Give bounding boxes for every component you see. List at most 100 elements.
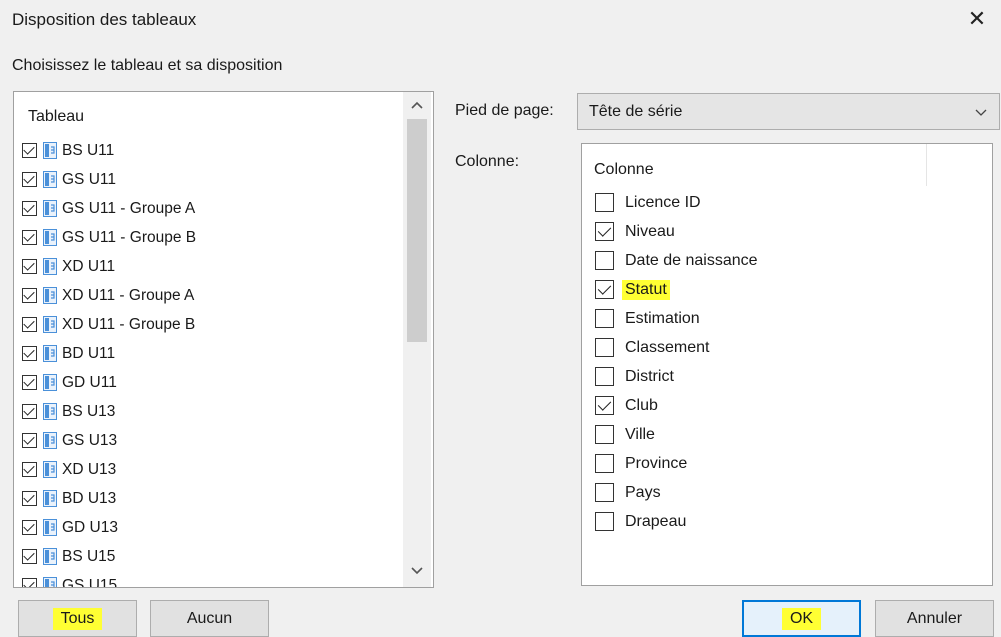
table-item-label: XD U11 - Groupe A <box>62 286 195 304</box>
footer-select[interactable]: Tête de série <box>577 93 1000 130</box>
table-list-scrollbar[interactable] <box>403 92 431 587</box>
table-checkbox[interactable] <box>22 375 37 390</box>
table-list-item[interactable]: BS U13 <box>22 397 115 426</box>
dialog-subtitle: Choisissez le tableau et sa disposition <box>12 57 283 74</box>
table-checkbox[interactable] <box>22 404 37 419</box>
table-list-item[interactable]: GS U13 <box>22 426 117 455</box>
column-list-item[interactable]: Licence ID <box>595 188 704 217</box>
table-file-icon <box>43 548 57 565</box>
table-list-item[interactable]: GS U11 - Groupe B <box>22 223 196 252</box>
column-list-item[interactable]: Province <box>595 449 690 478</box>
table-file-icon <box>43 142 57 159</box>
column-checkbox[interactable] <box>595 483 614 502</box>
column-checkbox[interactable] <box>595 367 614 386</box>
table-checkbox[interactable] <box>22 201 37 216</box>
table-checkbox[interactable] <box>22 259 37 274</box>
table-checkbox[interactable] <box>22 346 37 361</box>
scroll-down-icon[interactable] <box>403 560 431 582</box>
column-checkbox[interactable] <box>595 309 614 328</box>
dialog-title: Disposition des tableaux <box>12 10 197 29</box>
table-file-icon <box>43 403 57 420</box>
column-checkbox[interactable] <box>595 193 614 212</box>
table-item-label: GS U11 - Groupe B <box>62 228 197 246</box>
column-list-item[interactable]: Club <box>595 391 661 420</box>
select-none-button[interactable]: Aucun <box>150 600 269 637</box>
table-list-item[interactable]: GS U11 <box>22 165 116 194</box>
table-item-label: GS U11 - Groupe A <box>62 199 196 217</box>
column-checkbox[interactable] <box>595 512 614 531</box>
select-all-button[interactable]: Tous <box>18 600 137 637</box>
table-list-item[interactable]: BS U11 <box>22 136 114 165</box>
table-checkbox[interactable] <box>22 230 37 245</box>
column-list-item[interactable]: Pays <box>595 478 664 507</box>
table-list-item[interactable]: XD U11 <box>22 252 115 281</box>
table-file-icon <box>43 316 57 333</box>
column-item-label: Drapeau <box>625 512 687 530</box>
table-file-icon <box>43 461 57 478</box>
ok-button-label: OK <box>781 607 822 630</box>
table-list-item[interactable]: XD U11 - Groupe B <box>22 310 195 339</box>
table-list-item[interactable]: GS U11 - Groupe A <box>22 194 195 223</box>
column-list-item[interactable]: Statut <box>595 275 670 304</box>
select-all-button-label: Tous <box>52 607 103 630</box>
table-file-icon <box>43 200 57 217</box>
table-list-item[interactable]: GD U13 <box>22 513 118 542</box>
table-checkbox[interactable] <box>22 172 37 187</box>
column-item-label: Province <box>625 454 688 472</box>
column-checkbox[interactable] <box>595 454 614 473</box>
table-item-label: XD U13 <box>62 460 117 478</box>
column-checkbox[interactable] <box>595 251 614 270</box>
table-checkbox[interactable] <box>22 288 37 303</box>
ok-button[interactable]: OK <box>742 600 861 637</box>
table-list-item[interactable]: GD U11 <box>22 368 117 397</box>
column-item-label: Statut <box>622 279 670 300</box>
table-file-icon <box>43 374 57 391</box>
column-item-label: Club <box>625 396 658 414</box>
column-checkbox[interactable] <box>595 338 614 357</box>
table-file-icon <box>43 258 57 275</box>
table-checkbox[interactable] <box>22 578 37 587</box>
cancel-button[interactable]: Annuler <box>875 600 994 637</box>
table-list-item[interactable]: BD U13 <box>22 484 116 513</box>
columns-list[interactable]: Colonne Licence ID Niveau Date de naissanc… <box>581 143 993 586</box>
table-checkbox[interactable] <box>22 549 37 564</box>
footer-label: Pied de page: <box>455 102 554 119</box>
scrollbar-thumb[interactable] <box>407 119 427 342</box>
table-item-label: BD U11 <box>62 344 116 362</box>
scroll-up-icon[interactable] <box>403 94 431 116</box>
table-list[interactable]: Tableau BS U11 GS U11 GS U11 - Groupe A GS … <box>13 91 434 588</box>
column-list-item[interactable]: Estimation <box>595 304 703 333</box>
column-item-label: Date de naissance <box>625 251 758 269</box>
column-checkbox[interactable] <box>595 425 614 444</box>
column-item-label: Estimation <box>625 309 700 327</box>
table-list-item[interactable]: GS U15 <box>22 571 117 587</box>
column-checkbox[interactable] <box>595 222 614 241</box>
table-item-label: GS U11 <box>62 170 116 188</box>
table-checkbox[interactable] <box>22 433 37 448</box>
table-checkbox[interactable] <box>22 317 37 332</box>
table-item-label: XD U11 <box>62 257 116 275</box>
cancel-button-label: Annuler <box>906 609 963 627</box>
table-list-item[interactable]: BS U15 <box>22 542 115 571</box>
table-checkbox[interactable] <box>22 520 37 535</box>
column-list-item[interactable]: Ville <box>595 420 658 449</box>
select-none-button-label: Aucun <box>186 609 233 627</box>
close-icon[interactable]: ✕ <box>966 8 988 30</box>
table-checkbox[interactable] <box>22 462 37 477</box>
table-item-label: XD U11 - Groupe B <box>62 315 196 333</box>
column-list-item[interactable]: Date de naissance <box>595 246 761 275</box>
table-checkbox[interactable] <box>22 143 37 158</box>
table-file-icon <box>43 229 57 246</box>
table-list-item[interactable]: BD U11 <box>22 339 115 368</box>
table-item-label: BS U11 <box>62 141 115 159</box>
column-checkbox[interactable] <box>595 280 614 299</box>
column-list-item[interactable]: Classement <box>595 333 712 362</box>
column-item-label: Ville <box>625 425 655 443</box>
table-list-item[interactable]: XD U11 - Groupe A <box>22 281 194 310</box>
column-checkbox[interactable] <box>595 396 614 415</box>
table-list-item[interactable]: XD U13 <box>22 455 116 484</box>
column-list-item[interactable]: Drapeau <box>595 507 689 536</box>
column-list-item[interactable]: District <box>595 362 677 391</box>
column-list-item[interactable]: Niveau <box>595 217 678 246</box>
table-checkbox[interactable] <box>22 491 37 506</box>
